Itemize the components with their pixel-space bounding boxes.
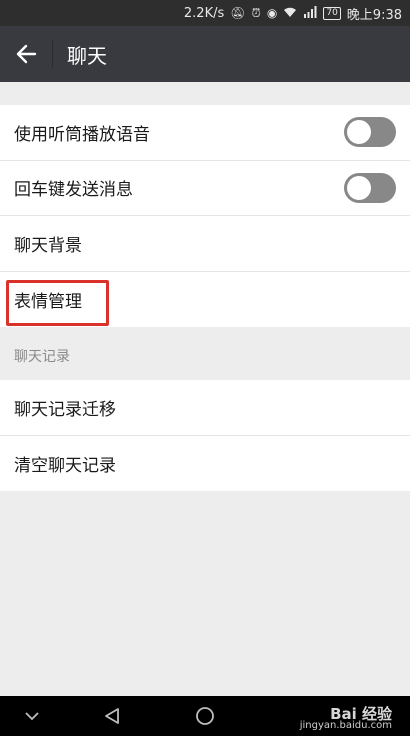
setting-sticker-management[interactable]: 表情管理 <box>0 272 410 328</box>
section-header-chat-history: 聊天记录 <box>14 349 70 365</box>
back-button[interactable] <box>0 26 52 82</box>
setting-earpiece-playback[interactable]: 使用听筒播放语音 <box>0 105 410 161</box>
page-title: 聊天 <box>67 43 107 68</box>
system-nav-bar: Bai 经验 jingyan.baidu.com <box>0 696 410 736</box>
enter-send-toggle[interactable] <box>344 172 396 203</box>
setting-label: 聊天背景 <box>14 235 82 256</box>
eye-icon: ◉ <box>266 6 278 20</box>
hide-nav-button[interactable] <box>20 696 44 736</box>
watermark-url: jingyan.baidu.com <box>299 720 392 731</box>
watermark-brand: Bai 经验 <box>330 705 392 723</box>
earpiece-toggle[interactable] <box>344 117 396 148</box>
setting-label: 回车键发送消息 <box>14 180 133 201</box>
setting-chat-background[interactable]: 聊天背景 <box>0 216 410 272</box>
settings-group-chat-history: 聊天记录迁移 清空聊天记录 <box>0 380 410 491</box>
status-bar: 2.2K/s 🔕︎ ⏰︎ ◉ 70 晚上9:38 <box>0 0 410 26</box>
setting-label: 清空聊天记录 <box>14 455 116 476</box>
chevron-down-icon <box>25 712 39 721</box>
alarm-icon: ⏰︎ <box>251 5 261 20</box>
setting-label: 表情管理 <box>14 291 82 312</box>
back-nav-button[interactable] <box>100 696 124 736</box>
settings-group-general: 使用听筒播放语音 回车键发送消息 聊天背景 表情管理 <box>0 105 410 327</box>
setting-migrate-history[interactable]: 聊天记录迁移 <box>0 380 410 436</box>
mute-icon: 🔕︎ <box>230 6 246 20</box>
triangle-back-icon <box>105 708 119 724</box>
arrow-left-icon <box>16 44 37 64</box>
signal-icon <box>303 5 317 21</box>
clock: 晚上9:38 <box>346 7 402 23</box>
setting-enter-to-send[interactable]: 回车键发送消息 <box>0 161 410 216</box>
setting-clear-history[interactable]: 清空聊天记录 <box>0 436 410 492</box>
home-nav-button[interactable] <box>193 696 217 736</box>
watermark: Bai 经验 jingyan.baidu.com <box>299 705 392 732</box>
app-bar: 聊天 <box>0 26 410 82</box>
battery-icon: 70 <box>323 6 341 20</box>
toggle-knob <box>347 175 371 200</box>
circle-home-icon <box>196 707 214 725</box>
network-speed: 2.2K/s <box>183 5 225 21</box>
wifi-icon <box>283 6 297 21</box>
setting-label: 使用听筒播放语音 <box>14 124 150 145</box>
toggle-knob <box>347 120 371 145</box>
setting-label: 聊天记录迁移 <box>14 399 116 420</box>
